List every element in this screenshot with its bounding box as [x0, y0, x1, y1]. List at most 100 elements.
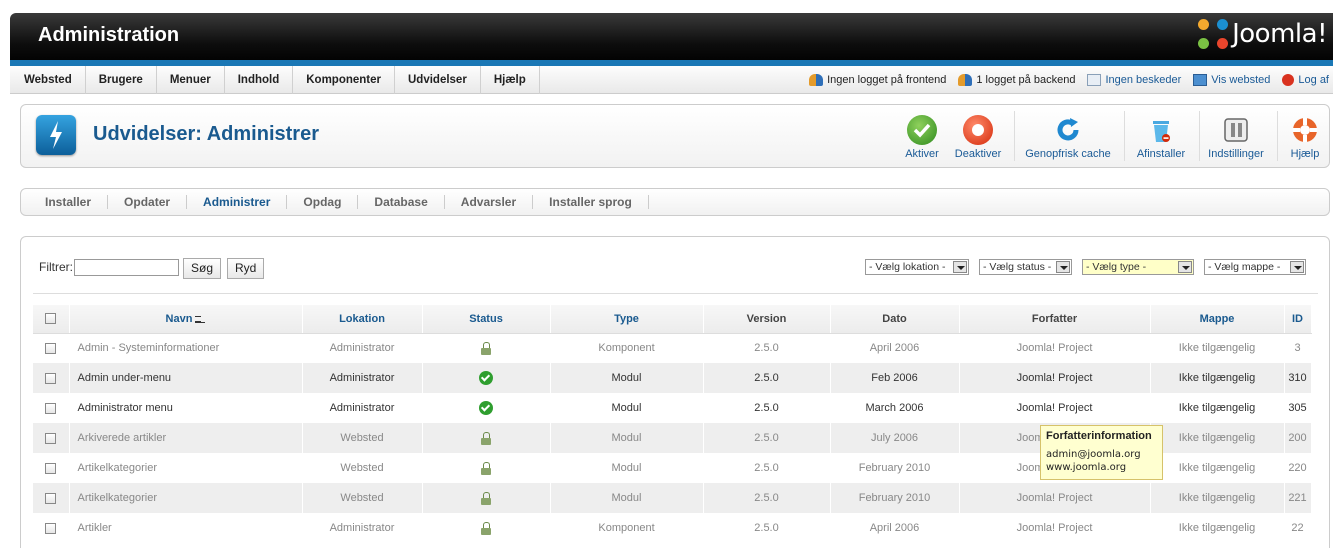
- joomla-logo: Joomla!: [1198, 19, 1327, 49]
- folder-select[interactable]: - Vælg mappe -: [1204, 259, 1306, 275]
- extension-folder: Ikke tilgængelig: [1150, 483, 1285, 513]
- tooltip-title: Forfatterinformation: [1046, 430, 1152, 442]
- column-navn[interactable]: Navn: [69, 305, 303, 334]
- header-title: Administration: [38, 24, 180, 46]
- extension-type: Komponent: [550, 513, 704, 543]
- enabled-icon[interactable]: [479, 401, 493, 415]
- row-checkbox[interactable]: [45, 522, 57, 534]
- lifebuoy-icon: [1290, 115, 1320, 145]
- row-checkbox[interactable]: [45, 402, 57, 414]
- menu-brugere[interactable]: Brugere: [86, 66, 157, 94]
- menu-websted[interactable]: Websted: [10, 66, 86, 94]
- extension-version: 2.5.0: [703, 393, 831, 423]
- uninstall-button[interactable]: Afinstaller: [1133, 111, 1189, 163]
- view-site-link[interactable]: Vis websted: [1193, 74, 1270, 86]
- users-icon: [809, 74, 824, 86]
- extension-version: 2.5.0: [703, 333, 831, 363]
- table-row: Administrator menu Administrator Modul 2…: [33, 393, 1312, 423]
- toolbar: Udvidelser: Administrer Aktiver Deaktive…: [20, 104, 1330, 168]
- disable-button[interactable]: Deaktiver: [953, 111, 1003, 163]
- extension-location: Administrator: [302, 513, 423, 543]
- tab-opdag[interactable]: Opdag: [287, 195, 359, 209]
- menu-komponenter[interactable]: Komponenter: [293, 66, 395, 94]
- page-title: Udvidelser: Administrer: [93, 123, 319, 145]
- extension-folder: Ikke tilgængelig: [1150, 453, 1285, 483]
- tooltip-email: admin@joomla.org: [1046, 449, 1141, 460]
- logout-link[interactable]: Log af: [1282, 74, 1329, 86]
- extension-date: April 2006: [830, 333, 960, 363]
- row-checkbox[interactable]: [45, 372, 57, 384]
- menu-menuer[interactable]: Menuer: [157, 66, 225, 94]
- extension-id: 3: [1284, 333, 1312, 363]
- row-checkbox[interactable]: [45, 432, 57, 444]
- row-checkbox[interactable]: [45, 492, 57, 504]
- extension-id: 22: [1284, 513, 1312, 543]
- extension-author[interactable]: Joomla! Project: [959, 483, 1151, 513]
- extension-name: Artikelkategorier: [69, 453, 303, 483]
- chevron-down-icon: [953, 261, 967, 273]
- options-button[interactable]: Indstillinger: [1205, 111, 1267, 163]
- extension-name: Admin - Systeminformationer: [69, 333, 303, 363]
- enable-button[interactable]: Aktiver: [901, 111, 943, 163]
- clear-button[interactable]: Ryd: [227, 258, 265, 279]
- row-checkbox[interactable]: [45, 462, 57, 474]
- column-type[interactable]: Type: [550, 305, 704, 334]
- menu-indhold[interactable]: Indhold: [225, 66, 294, 94]
- column-lokation[interactable]: Lokation: [302, 305, 423, 334]
- extension-date: March 2006: [830, 393, 960, 423]
- tab-administrer[interactable]: Administrer: [187, 195, 288, 209]
- filter-search-input[interactable]: [74, 259, 179, 276]
- tab-advarsler[interactable]: Advarsler: [445, 195, 534, 209]
- status-frontend: Ingen logget på frontend: [809, 74, 946, 86]
- extension-location: Websted: [302, 483, 423, 513]
- select-all-header: [33, 305, 70, 334]
- extension-date: Feb 2006: [830, 363, 960, 393]
- type-select[interactable]: - Vælg type -: [1082, 259, 1194, 275]
- extension-author[interactable]: Joomla! Project: [959, 363, 1151, 393]
- logo-text: Joomla!: [1232, 19, 1327, 49]
- location-select[interactable]: - Vælg lokation -: [865, 259, 969, 275]
- extension-name: Admin under-menu: [69, 363, 303, 393]
- enabled-icon[interactable]: [479, 371, 493, 385]
- monitor-icon: [1193, 74, 1208, 86]
- extension-date: April 2006: [830, 513, 960, 543]
- search-button[interactable]: Søg: [183, 258, 222, 279]
- submenu-tabs: Installer Opdater Administrer Opdag Data…: [20, 188, 1330, 216]
- menu-udvidelser[interactable]: Udvidelser: [395, 66, 481, 94]
- author-tooltip: Forfatterinformation admin@joomla.org ww…: [1040, 425, 1163, 480]
- extension-name: Artikler: [69, 513, 303, 543]
- menu-hjaelp[interactable]: Hjælp: [481, 66, 540, 94]
- extension-author[interactable]: Joomla! Project: [959, 513, 1151, 543]
- refresh-cache-button[interactable]: Genopfrisk cache: [1023, 111, 1113, 163]
- select-all-checkbox[interactable]: [45, 313, 57, 325]
- extension-date: February 2010: [830, 483, 960, 513]
- table-row: Admin under-menu Administrator Modul 2.5…: [33, 363, 1312, 393]
- help-button[interactable]: Hjælp: [1285, 111, 1325, 163]
- column-status[interactable]: Status: [422, 305, 551, 334]
- tab-opdater[interactable]: Opdater: [108, 195, 188, 209]
- extension-folder: Ikke tilgængelig: [1150, 423, 1285, 453]
- refresh-icon: [1053, 115, 1083, 145]
- status-select[interactable]: - Vælg status -: [979, 259, 1072, 275]
- extension-id: 221: [1284, 483, 1312, 513]
- extension-folder: Ikke tilgængelig: [1150, 513, 1285, 543]
- extension-author[interactable]: Joomla! Project: [959, 393, 1151, 423]
- column-forfatter: Forfatter: [959, 305, 1151, 334]
- messages-link[interactable]: Ingen beskeder: [1087, 74, 1181, 86]
- extension-folder: Ikke tilgængelig: [1150, 363, 1285, 393]
- extension-version: 2.5.0: [703, 423, 831, 453]
- chevron-down-icon: [1178, 261, 1192, 273]
- extension-version: 2.5.0: [703, 483, 831, 513]
- extension-type: Modul: [550, 423, 704, 453]
- column-id[interactable]: ID: [1284, 305, 1312, 334]
- tab-installer[interactable]: Installer: [29, 195, 109, 209]
- tab-database[interactable]: Database: [358, 195, 445, 209]
- tab-installer-sprog[interactable]: Installer sprog: [533, 195, 649, 209]
- extension-name: Arkiverede artikler: [69, 423, 303, 453]
- row-checkbox[interactable]: [45, 342, 57, 354]
- extension-folder: Ikke tilgængelig: [1150, 333, 1285, 363]
- extension-type: Modul: [550, 363, 704, 393]
- extension-author[interactable]: Joomla! Project: [959, 333, 1151, 363]
- column-mappe[interactable]: Mappe: [1150, 305, 1285, 334]
- extension-type: Modul: [550, 393, 704, 423]
